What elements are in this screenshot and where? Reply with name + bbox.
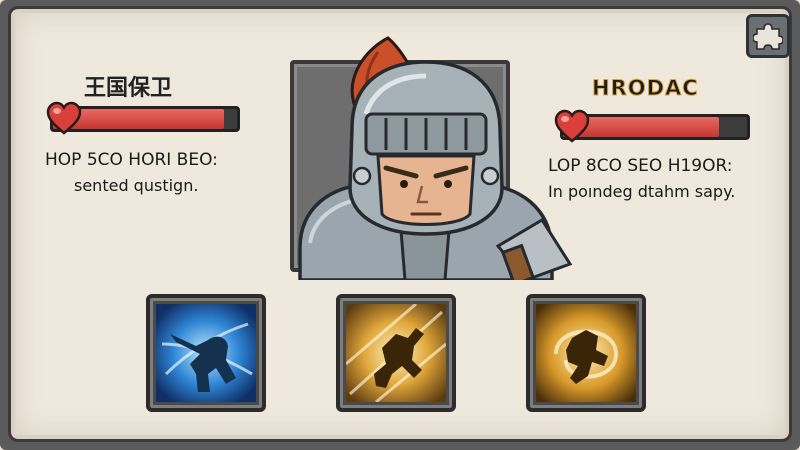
knight-portrait [298, 36, 573, 280]
left-unit-title: 王国保卫 [84, 76, 173, 101]
left-stat-line: HOP 5CO HORI BEO: [45, 150, 218, 170]
left-description: sented qustign. [74, 176, 199, 195]
puzzle-piece-icon [753, 23, 783, 50]
heart-icon [46, 101, 82, 135]
frost-strike-icon [156, 304, 256, 402]
ability-slot-golden-dash[interactable] [336, 294, 456, 412]
ability-slot-frost-strike[interactable] [146, 294, 266, 412]
ability-slot-golden-whirl[interactable] [526, 294, 646, 412]
right-unit-title: HRODAC [592, 76, 699, 101]
golden-dash-icon [346, 304, 446, 402]
golden-whirl-icon [536, 304, 636, 402]
puzzle-menu-button[interactable] [746, 14, 790, 58]
